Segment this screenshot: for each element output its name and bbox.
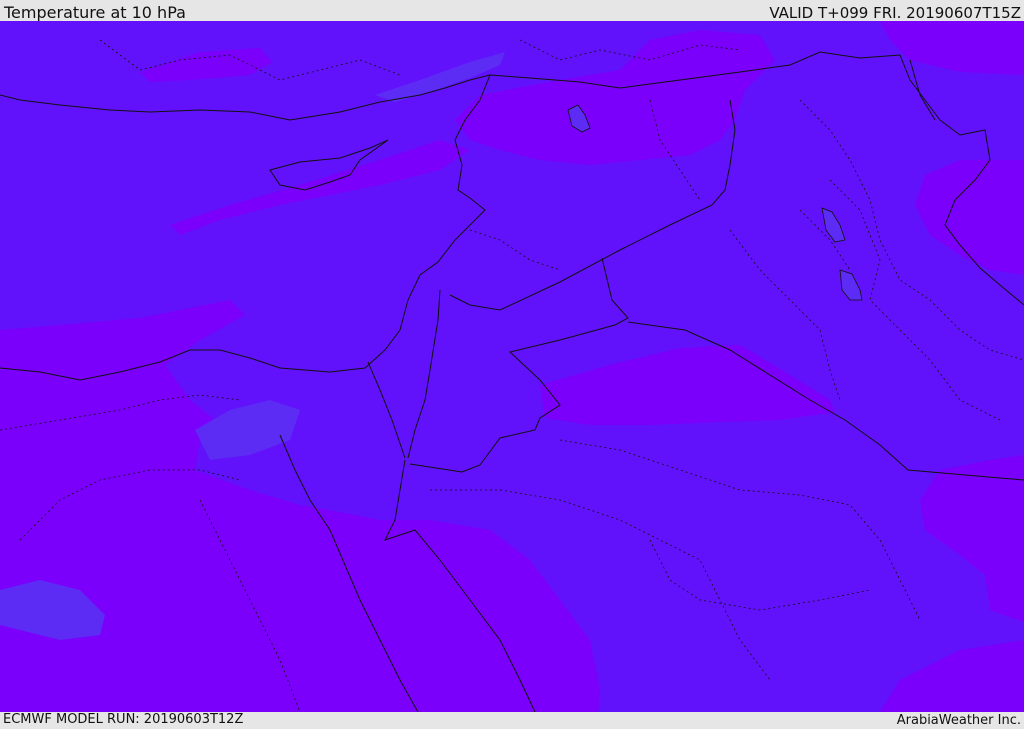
valid-time: VALID T+099 FRI. 20190607T15Z [769,4,1021,22]
header-bar: Temperature at 10 hPa VALID T+099 FRI. 2… [0,0,1024,22]
model-run: ECMWF MODEL RUN: 20190603T12Z [3,712,244,727]
temperature-map [0,21,1024,712]
map-title: Temperature at 10 hPa [4,3,186,22]
footer-bar: ECMWF MODEL RUN: 20190603T12Z ArabiaWeat… [0,712,1024,729]
map-frame: Temperature at 10 hPa VALID T+099 FRI. 2… [0,0,1024,729]
credit-text: ArabiaWeather Inc. [896,713,1021,728]
